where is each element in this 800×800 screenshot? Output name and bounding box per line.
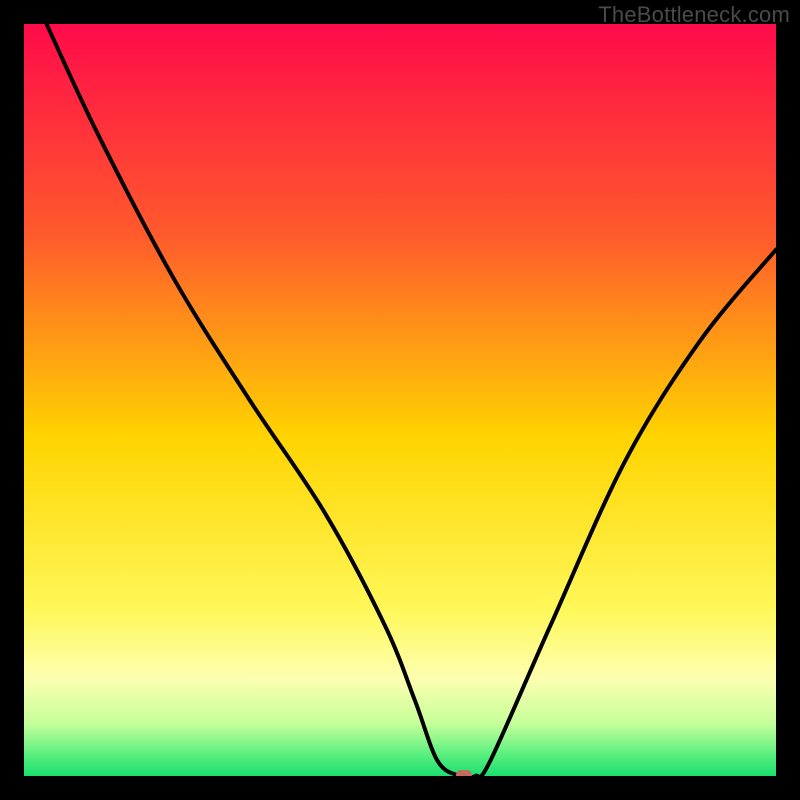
- plot-area: [24, 24, 776, 776]
- minimum-marker: [456, 770, 472, 776]
- chart-frame: TheBottleneck.com: [0, 0, 800, 800]
- plot-svg: [24, 24, 776, 776]
- watermark-text: TheBottleneck.com: [598, 2, 790, 28]
